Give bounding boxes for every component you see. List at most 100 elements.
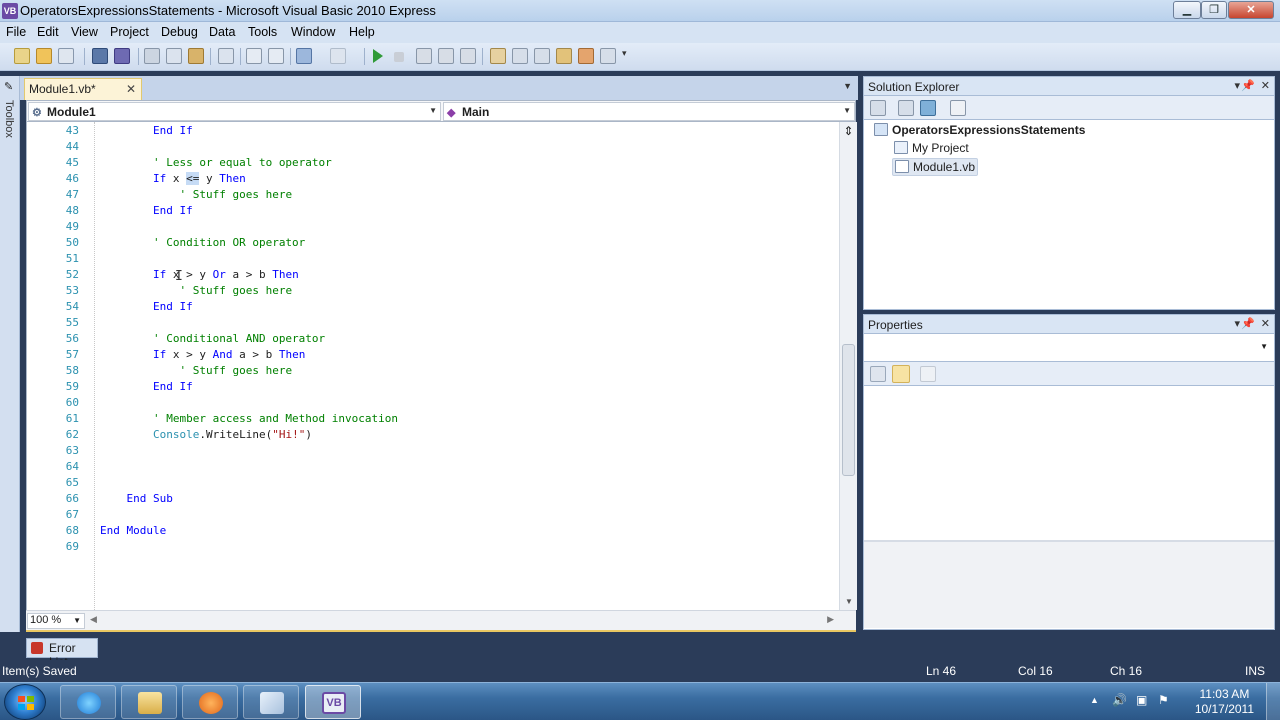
- code-line[interactable]: End If: [100, 124, 193, 137]
- show-hidden-icons-icon[interactable]: ▲: [1090, 695, 1099, 705]
- menu-project[interactable]: Project: [110, 25, 149, 39]
- tab-module1-vb[interactable]: Module1.vb* ✕: [24, 78, 142, 100]
- scroll-right-icon[interactable]: ▶: [827, 614, 834, 625]
- refresh-icon[interactable]: [920, 100, 936, 116]
- step-into-icon[interactable]: [416, 48, 432, 64]
- open-folder-icon[interactable]: [36, 48, 52, 64]
- clock[interactable]: 11:03 AM 10/17/2011: [1195, 687, 1254, 717]
- scroll-thumb[interactable]: [842, 344, 855, 476]
- copy-icon[interactable]: [166, 48, 182, 64]
- panel-close-icon[interactable]: ✕: [1261, 79, 1270, 92]
- code-line[interactable]: ' Condition OR operator: [100, 236, 305, 249]
- vb-app-icon[interactable]: VB: [2, 3, 18, 19]
- menu-window[interactable]: Window: [291, 25, 335, 39]
- code-line[interactable]: ' Less or equal to operator: [100, 156, 332, 169]
- toolbox-pin-icon[interactable]: ✎: [4, 80, 13, 93]
- solution-explorer-icon[interactable]: [490, 48, 506, 64]
- maximize-button[interactable]: ❐: [1201, 1, 1227, 19]
- scroll-left-icon[interactable]: ◀: [90, 614, 97, 625]
- save-icon[interactable]: [92, 48, 108, 64]
- panel-menu-icon[interactable]: ▾: [1234, 79, 1240, 92]
- uncomment-icon[interactable]: [268, 48, 284, 64]
- menu-data[interactable]: Data: [209, 25, 235, 39]
- code-line[interactable]: If x > y And a > b Then: [100, 348, 305, 361]
- menu-help[interactable]: Help: [349, 25, 375, 39]
- object-browser-icon[interactable]: [534, 48, 550, 64]
- error-list-icon[interactable]: [578, 48, 594, 64]
- view-code-icon[interactable]: [950, 100, 966, 116]
- redo-icon[interactable]: [330, 48, 346, 64]
- start-debugging-icon[interactable]: [373, 49, 385, 63]
- menu-debug[interactable]: Debug: [161, 25, 198, 39]
- taskbar-internet-explorer[interactable]: [60, 685, 116, 719]
- immediate-window-icon[interactable]: [600, 48, 616, 64]
- step-out-icon[interactable]: [460, 48, 476, 64]
- code-line[interactable]: Console.WriteLine("Hi!"): [100, 428, 312, 441]
- network-icon[interactable]: ▣: [1136, 693, 1147, 707]
- properties-icon[interactable]: [898, 100, 914, 116]
- volume-icon[interactable]: 🔊: [1112, 693, 1127, 707]
- code-line[interactable]: End Sub: [100, 492, 173, 505]
- save-all-icon[interactable]: [114, 48, 130, 64]
- menu-view[interactable]: View: [71, 25, 98, 39]
- code-line[interactable]: If x > y Or a > b Then: [100, 268, 299, 281]
- toolbox-strip[interactable]: ✎ Toolbox: [0, 76, 20, 632]
- property-pages-icon[interactable]: [920, 366, 936, 382]
- step-over-icon[interactable]: [438, 48, 454, 64]
- code-line[interactable]: ' Member access and Method invocation: [100, 412, 398, 425]
- tree-project-node[interactable]: OperatorsExpressionsStatements: [872, 122, 1087, 138]
- code-line[interactable]: End If: [100, 380, 193, 393]
- action-center-flag-icon[interactable]: ⚑: [1158, 693, 1169, 707]
- panel-menu-icon[interactable]: ▾: [1234, 317, 1240, 330]
- categorized-icon[interactable]: [870, 366, 886, 382]
- taskbar-visual-basic[interactable]: VB: [305, 685, 361, 719]
- toolbox-tab[interactable]: Toolbox: [3, 100, 15, 138]
- comment-icon[interactable]: [246, 48, 262, 64]
- code-line[interactable]: ' Conditional AND operator: [100, 332, 325, 345]
- scroll-down-icon[interactable]: ▼: [845, 597, 853, 606]
- add-item-icon[interactable]: [58, 48, 74, 64]
- code-line[interactable]: ' Stuff goes here: [100, 364, 292, 377]
- stop-icon[interactable]: [394, 52, 404, 62]
- error-list-tab[interactable]: Error List: [26, 638, 98, 669]
- properties-object-dropdown[interactable]: ▼: [863, 334, 1275, 362]
- new-project-icon[interactable]: [14, 48, 30, 64]
- code-line[interactable]: ' Stuff goes here: [100, 284, 292, 297]
- close-button[interactable]: ✕: [1228, 1, 1274, 19]
- show-desktop-button[interactable]: [1266, 683, 1280, 720]
- vertical-scrollbar[interactable]: ⇕ ▼: [839, 122, 857, 610]
- zoom-dropdown[interactable]: 100 % ▼: [27, 613, 85, 629]
- code-line[interactable]: End If: [100, 300, 193, 313]
- code-editor[interactable]: 43 44 45 46 47 48 49 50 51 52 53 54 55 56 57 58 59 60 61 62…: [26, 122, 857, 610]
- toolbox-icon[interactable]: [556, 48, 572, 64]
- tree-item-my-project[interactable]: My Project: [892, 140, 971, 156]
- taskbar-app[interactable]: [243, 685, 299, 719]
- class-name-dropdown[interactable]: ⚙ Module1 ▼: [28, 102, 441, 121]
- code-line[interactable]: End If: [100, 204, 193, 217]
- code-line[interactable]: End Module: [100, 524, 166, 537]
- taskbar-file-explorer[interactable]: [121, 685, 177, 719]
- taskbar-media-player[interactable]: [182, 685, 238, 719]
- menu-edit[interactable]: Edit: [37, 25, 59, 39]
- document-list-dropdown-icon[interactable]: ▼: [843, 81, 852, 91]
- close-tab-icon[interactable]: ✕: [126, 82, 136, 96]
- cut-icon[interactable]: [144, 48, 160, 64]
- undo-icon[interactable]: [296, 48, 312, 64]
- properties-window-icon[interactable]: [512, 48, 528, 64]
- pin-icon[interactable]: 📌: [1241, 79, 1255, 92]
- start-button[interactable]: [4, 684, 46, 720]
- minimize-button[interactable]: ▁: [1173, 1, 1201, 19]
- panel-close-icon[interactable]: ✕: [1261, 317, 1270, 330]
- menu-file[interactable]: File: [6, 25, 26, 39]
- paste-icon[interactable]: [188, 48, 204, 64]
- tree-item-module1-vb[interactable]: Module1.vb: [892, 158, 979, 176]
- show-all-files-icon[interactable]: [870, 100, 886, 116]
- split-handle-icon[interactable]: ⇕: [842, 124, 855, 138]
- method-name-dropdown[interactable]: ◆ Main ▼: [443, 102, 855, 121]
- alphabetical-icon[interactable]: [892, 365, 910, 383]
- menu-tools[interactable]: Tools: [248, 25, 277, 39]
- find-icon[interactable]: [218, 48, 234, 64]
- code-line[interactable]: ' Stuff goes here: [100, 188, 292, 201]
- code-line[interactable]: If x <= y Then: [100, 172, 246, 185]
- toolbar-options-icon[interactable]: ▾: [622, 48, 628, 64]
